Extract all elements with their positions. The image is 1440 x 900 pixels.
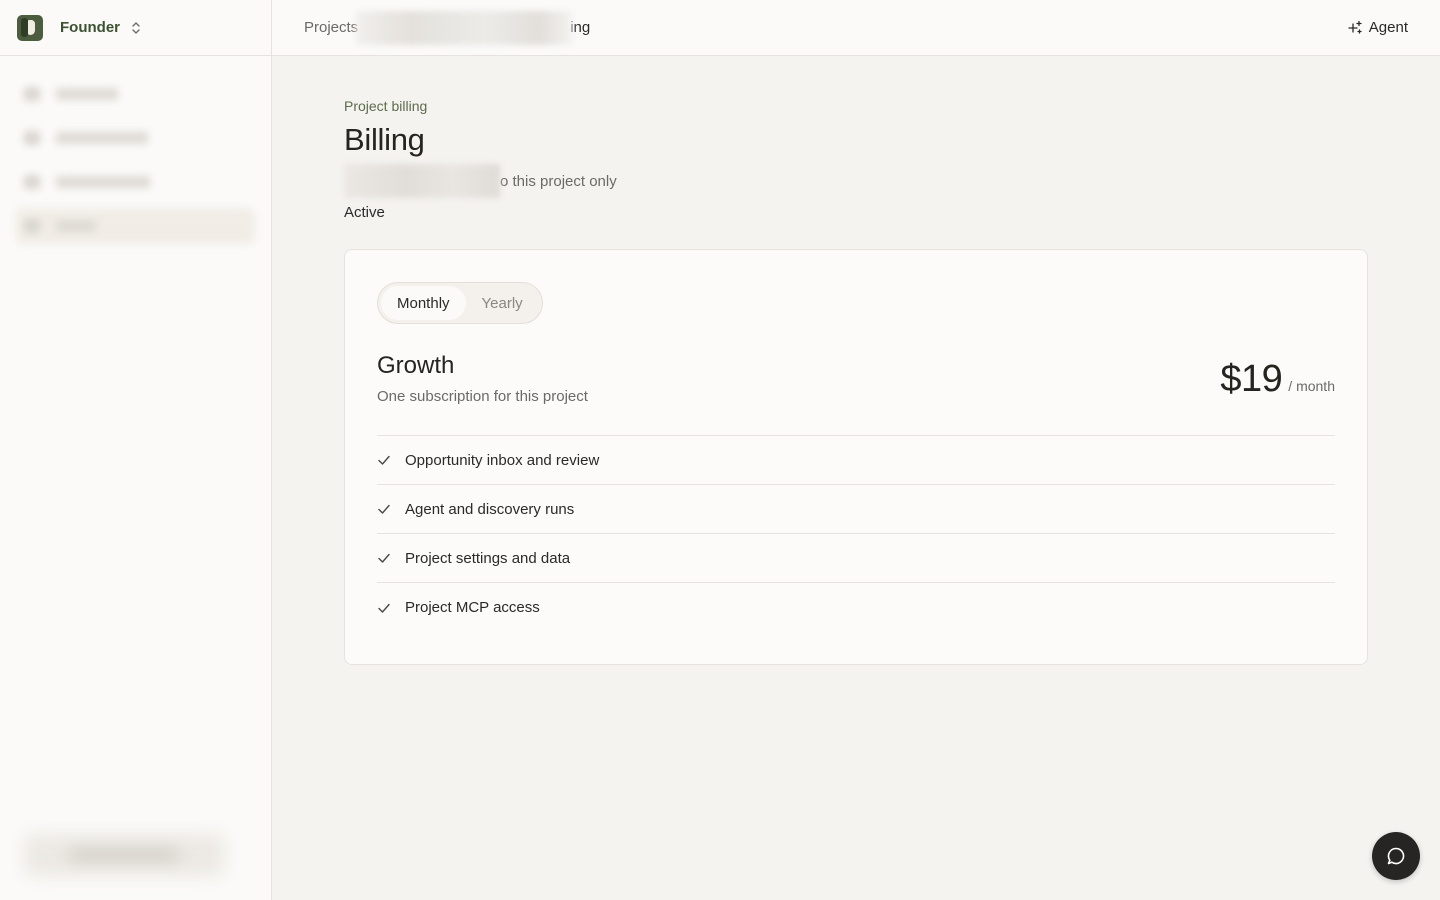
page-title: Billing [344,122,425,157]
chevron-up-down-icon[interactable] [130,21,142,35]
feature-item: Agent and discovery runs [377,485,1335,534]
sparkle-icon [1348,20,1362,34]
billing-period-toggle: Monthly Yearly [377,282,543,324]
subtitle-text: o this project only [500,172,617,190]
check-icon [378,455,390,465]
feature-label: Project settings and data [405,549,571,567]
sidebar-item-label [56,88,118,100]
sidebar-footer-button[interactable] [24,834,224,876]
sidebar: Founder [0,0,272,900]
status-text: Active [344,204,385,221]
agent-button[interactable]: Agent [1347,19,1408,36]
plan-description: One subscription for this project [377,388,588,405]
feature-label: Agent and discovery runs [405,500,575,518]
plan-price: $19 / month [1220,358,1335,401]
breadcrumb-redacted [356,10,573,45]
page-subtitle: o this project only [344,164,1368,198]
price-period: / month [1288,378,1335,394]
sidebar-item-label [56,132,148,144]
plan-card: Monthly Yearly Growth One subscription f… [344,249,1368,665]
sidebar-item-billing[interactable] [16,208,255,244]
check-icon [378,553,390,563]
check-icon [378,603,390,613]
plan-name: Growth [377,352,455,379]
billing-icon [24,219,40,233]
grid-icon [24,131,40,145]
subtitle-redacted [344,164,500,198]
feature-list: Opportunity inbox and review Agent and d… [377,435,1335,632]
link-icon [24,175,40,189]
price-amount: $19 [1220,358,1283,400]
sidebar-item-3[interactable] [16,164,255,200]
topbar: Projects ing Agent [272,0,1440,56]
feature-item: Project MCP access [377,583,1335,632]
chat-button[interactable] [1372,832,1420,880]
workspace-switcher[interactable]: Founder [0,0,271,56]
check-icon [378,504,390,514]
toggle-monthly[interactable]: Monthly [381,286,466,320]
plan-header: Growth One subscription for this project… [377,352,1335,405]
feature-label: Opportunity inbox and review [405,451,600,469]
agent-label: Agent [1368,19,1408,36]
sidebar-item-1[interactable] [16,76,255,112]
feature-label: Project MCP access [405,599,540,616]
sidebar-item-label [56,220,96,232]
workspace-logo [17,14,43,41]
feature-item: Project settings and data [377,534,1335,583]
toggle-yearly[interactable]: Yearly [466,286,539,320]
sidebar-nav [0,56,271,272]
home-icon [24,87,40,101]
feature-item: Opportunity inbox and review [377,436,1335,485]
page-eyebrow: Project billing [344,98,428,114]
chat-bubble-icon [1387,847,1405,865]
main-content: Project billing Billing o this project o… [344,56,1368,665]
breadcrumb-projects[interactable]: Projects [304,19,358,36]
sidebar-item-label [56,176,150,188]
workspace-name: Founder [60,19,120,36]
breadcrumb-current: ing [570,19,591,36]
sidebar-item-2[interactable] [16,120,255,156]
